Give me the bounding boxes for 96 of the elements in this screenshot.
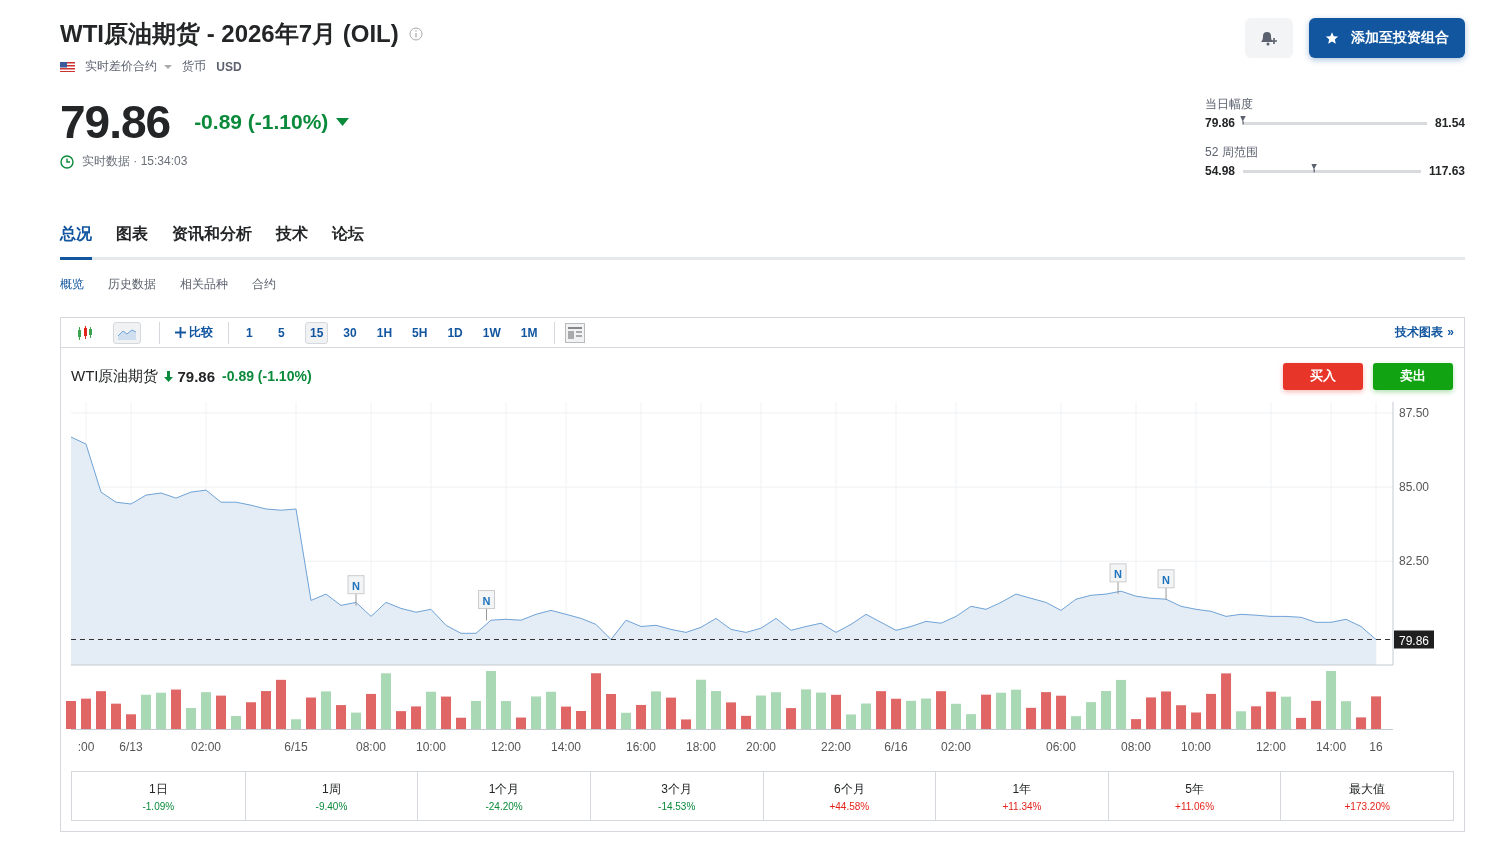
interval-button[interactable]: 5	[273, 321, 295, 344]
alert-button[interactable]	[1245, 18, 1293, 58]
chart-instrument-name: WTI原油期货	[71, 366, 159, 386]
ref-line-label: 79.86	[1398, 633, 1430, 648]
period-change: +11.06%	[1175, 800, 1215, 812]
period-change: -14.53%	[658, 800, 696, 812]
section-tab[interactable]: 技术	[276, 220, 308, 260]
x-axis-label: 02:00	[941, 740, 972, 754]
annotation: N	[1162, 573, 1171, 586]
annotation: N	[352, 579, 361, 592]
interval-button[interactable]: 1M	[515, 321, 543, 344]
contract-type-dropdown[interactable]: 实时差价合约	[85, 58, 173, 75]
subsection-tab[interactable]: 历史数据	[108, 276, 156, 293]
chart-price: 79.86	[177, 367, 216, 385]
currency-label: 货币	[182, 58, 207, 75]
period-label: 3个月	[661, 780, 693, 798]
period-label: 1日	[148, 780, 168, 798]
range-high: 117.63	[1428, 164, 1465, 178]
clock-icon	[60, 154, 74, 169]
annotation: N	[482, 594, 491, 607]
bell-plus-icon	[1260, 29, 1278, 47]
x-axis-label: 10:00	[416, 740, 447, 754]
y-axis-label: 87.50	[1399, 405, 1430, 420]
x-axis-label: 20:00	[746, 740, 777, 754]
chart-type-button[interactable]	[113, 321, 141, 344]
x-axis-label: 6/16	[884, 740, 908, 754]
range-high: 81.54	[1434, 116, 1465, 130]
section-tab[interactable]: 论坛	[332, 220, 364, 260]
range-label: 当日幅度	[1205, 97, 1253, 111]
period-label: 6个月	[833, 780, 865, 798]
section-tab[interactable]: 总况	[60, 220, 92, 260]
interval-button[interactable]: 1D	[442, 321, 468, 344]
buy-button[interactable]: 买入	[1283, 362, 1363, 390]
x-axis-label: 18:00	[686, 740, 717, 754]
x-axis-label: 6/15	[284, 740, 308, 754]
plus-icon	[175, 327, 186, 338]
star-icon	[1325, 31, 1339, 45]
x-axis-label: 16	[1369, 740, 1383, 754]
add-to-portfolio-button[interactable]: 添加至投资组合	[1309, 18, 1465, 58]
instrument-title: WTI原油期货 - 2026年7月 (OIL)	[60, 19, 399, 49]
y-axis-label: 82.50	[1399, 554, 1430, 569]
x-axis-label: 10:00	[1181, 740, 1212, 754]
x-axis-label: :00	[77, 740, 95, 754]
x-axis-label: 06:00	[1046, 740, 1077, 754]
info-icon[interactable]	[408, 27, 423, 41]
period-change: +173.20%	[1344, 800, 1390, 812]
interval-button[interactable]: 15	[305, 321, 329, 344]
x-axis-label: 12:00	[1256, 740, 1287, 754]
x-axis-label: 14:00	[551, 740, 582, 754]
layout-icon[interactable]	[565, 322, 586, 343]
interval-button[interactable]: 5H	[407, 321, 433, 344]
price-change: -0.89 (-1.10%)	[194, 110, 329, 134]
period-change: +11.34%	[1002, 800, 1042, 812]
annotation: N	[1114, 567, 1123, 580]
period-label: 1年	[1012, 780, 1032, 798]
range-low: 54.98	[1205, 164, 1236, 178]
x-axis-label: 6/13	[119, 740, 143, 754]
down-triangle-icon	[336, 118, 350, 126]
period-label: 最大值	[1349, 780, 1386, 798]
compare-button[interactable]: 比较	[170, 321, 218, 344]
chart-price-change: -0.89 (-1.10%)	[222, 368, 312, 384]
interval-button[interactable]: 30	[338, 321, 362, 344]
range-label: 52 周范围	[1205, 145, 1258, 159]
candlestick-icon	[76, 324, 94, 341]
last-price-label: 79.86	[1394, 630, 1434, 649]
interval-button[interactable]: 1	[241, 321, 263, 344]
interval-button[interactable]: 1W	[477, 321, 506, 344]
period-label: 1个月	[488, 780, 520, 798]
period-change: -9.40%	[315, 800, 348, 812]
data-status: 实时数据 · 15:34:03	[82, 153, 188, 170]
subsection-tab[interactable]: 合约	[252, 276, 276, 293]
interval-button[interactable]: 1H	[371, 321, 398, 344]
subsection-tab[interactable]: 相关品种	[180, 276, 228, 293]
period-label: 5年	[1185, 780, 1204, 798]
range-low: 79.86	[1205, 116, 1236, 130]
technical-chart-link[interactable]: 技术图表 »	[1395, 324, 1454, 341]
x-axis-label: 12:00	[491, 740, 522, 754]
x-axis-label: 08:00	[356, 740, 387, 754]
section-tab[interactable]: 资讯和分析	[172, 220, 252, 260]
last-price: 79.86	[60, 95, 171, 149]
period-change: -1.09%	[142, 800, 175, 812]
subsection-tab[interactable]: 概览	[60, 276, 84, 293]
down-arrow-icon	[163, 370, 173, 382]
y-axis-label: 85.00	[1399, 480, 1430, 495]
section-tab[interactable]: 图表	[116, 220, 148, 260]
period-change: +44.58%	[829, 800, 870, 812]
x-axis-label: 16:00	[626, 740, 657, 754]
dropdown-caret-icon	[164, 64, 173, 70]
x-axis-label: 22:00	[821, 740, 852, 754]
x-axis-label: 02:00	[191, 740, 221, 754]
x-axis-label: 08:00	[1121, 740, 1152, 754]
x-axis-label: 14:00	[1316, 740, 1347, 754]
period-change: -24.20%	[485, 800, 523, 812]
flag-icon	[60, 61, 75, 72]
currency-value: USD	[216, 59, 242, 74]
period-label: 1周	[322, 780, 341, 798]
